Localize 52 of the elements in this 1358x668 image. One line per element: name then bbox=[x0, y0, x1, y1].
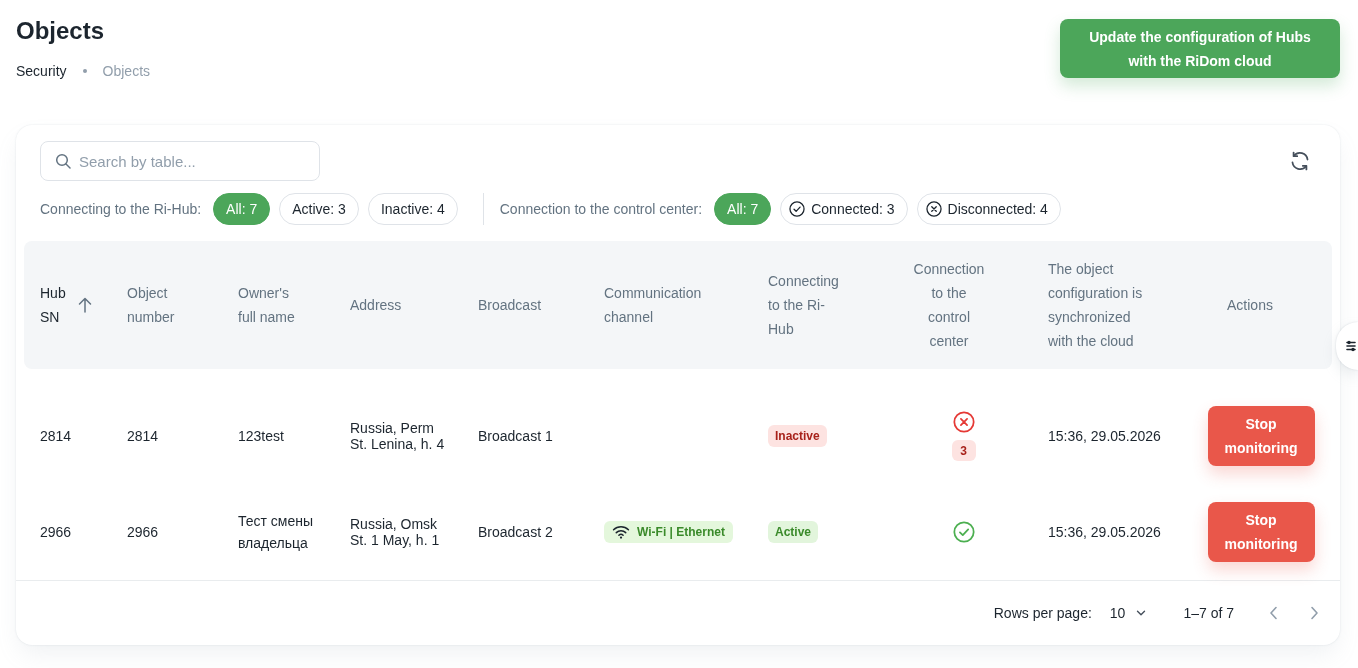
column-header: Broadcast bbox=[478, 296, 542, 315]
status-badge: Inactive bbox=[768, 425, 827, 447]
side-panel-button[interactable] bbox=[1336, 322, 1358, 370]
filter-label: Connecting to the Ri-Hub: bbox=[40, 201, 202, 217]
table-cell-text: 2814 bbox=[40, 427, 72, 446]
column-header: Communication channel bbox=[604, 284, 703, 327]
sliders-icon bbox=[1346, 339, 1356, 353]
table-cell: Russia, Perm St. Lenina, h. 4 bbox=[350, 420, 445, 452]
rows-per-page-select[interactable]: 10 bbox=[1109, 605, 1148, 621]
table-cell-text: 2814 bbox=[127, 427, 159, 446]
stop-monitoring-button[interactable]: Stop monitoring bbox=[1207, 502, 1315, 562]
count-badge: 3 bbox=[951, 440, 976, 461]
column-header: Object number bbox=[127, 284, 176, 327]
page-title: Objects bbox=[16, 16, 106, 46]
column-header: The object configuration is synchronized with the cloud bbox=[1048, 260, 1144, 351]
arrow-up-icon bbox=[78, 297, 92, 313]
filter-chip[interactable]: Inactive: 4 bbox=[367, 193, 458, 225]
table-cell-text: 15:36, 29.05.2026 bbox=[1048, 523, 1161, 542]
table-cell-text: Broadcast 2 bbox=[478, 523, 553, 542]
table-cell: Russia, Omsk St. 1 May, h. 1 bbox=[350, 516, 440, 548]
column-header: Hub SN bbox=[40, 284, 67, 327]
table-cell-text: Тест смены владельца bbox=[238, 512, 315, 553]
chevron-right-icon bbox=[1309, 606, 1319, 620]
refresh-icon bbox=[1290, 151, 1310, 171]
filter-label: Connection to the control center: bbox=[499, 201, 703, 217]
stop-monitoring-button[interactable]: Stop monitoring bbox=[1207, 406, 1315, 466]
chevron-left-icon bbox=[1269, 606, 1279, 620]
column-header: Actions bbox=[1227, 296, 1273, 315]
channel-label: Wi-Fi | Ethernet bbox=[637, 524, 725, 541]
column-header: Connection to the control center bbox=[912, 260, 986, 351]
x-circle-icon bbox=[925, 201, 942, 217]
table-cell-text: Broadcast 1 bbox=[478, 427, 553, 446]
check-circle-icon bbox=[789, 201, 806, 217]
status-badge: Active bbox=[768, 521, 819, 543]
table-cell-text: 15:36, 29.05.2026 bbox=[1048, 427, 1161, 446]
column-header: Address bbox=[350, 296, 402, 315]
breadcrumb-current: Objects bbox=[102, 62, 151, 81]
wifi-icon bbox=[612, 525, 630, 539]
table-cell-text: 123test bbox=[238, 427, 284, 446]
dot-icon bbox=[82, 69, 87, 73]
column-header: Owner's full name bbox=[238, 284, 296, 327]
table-cell-text: 2966 bbox=[40, 523, 72, 542]
breadcrumb-link[interactable]: Security bbox=[16, 60, 67, 82]
search-field[interactable]: Search by table... bbox=[40, 141, 320, 181]
column-header: Connecting to the Ri-Hub bbox=[768, 272, 840, 339]
page-range-label: 1–7 of 7 bbox=[1183, 605, 1234, 621]
filter-chip[interactable]: Connected: 3 bbox=[780, 193, 908, 225]
filter-chip[interactable]: Disconnected: 4 bbox=[916, 193, 1061, 225]
rows-per-page-label: Rows per page: bbox=[993, 605, 1092, 621]
search-icon bbox=[55, 153, 71, 169]
table-cell-text: 2966 bbox=[127, 523, 159, 542]
filter-chip[interactable]: Active: 3 bbox=[279, 193, 359, 225]
